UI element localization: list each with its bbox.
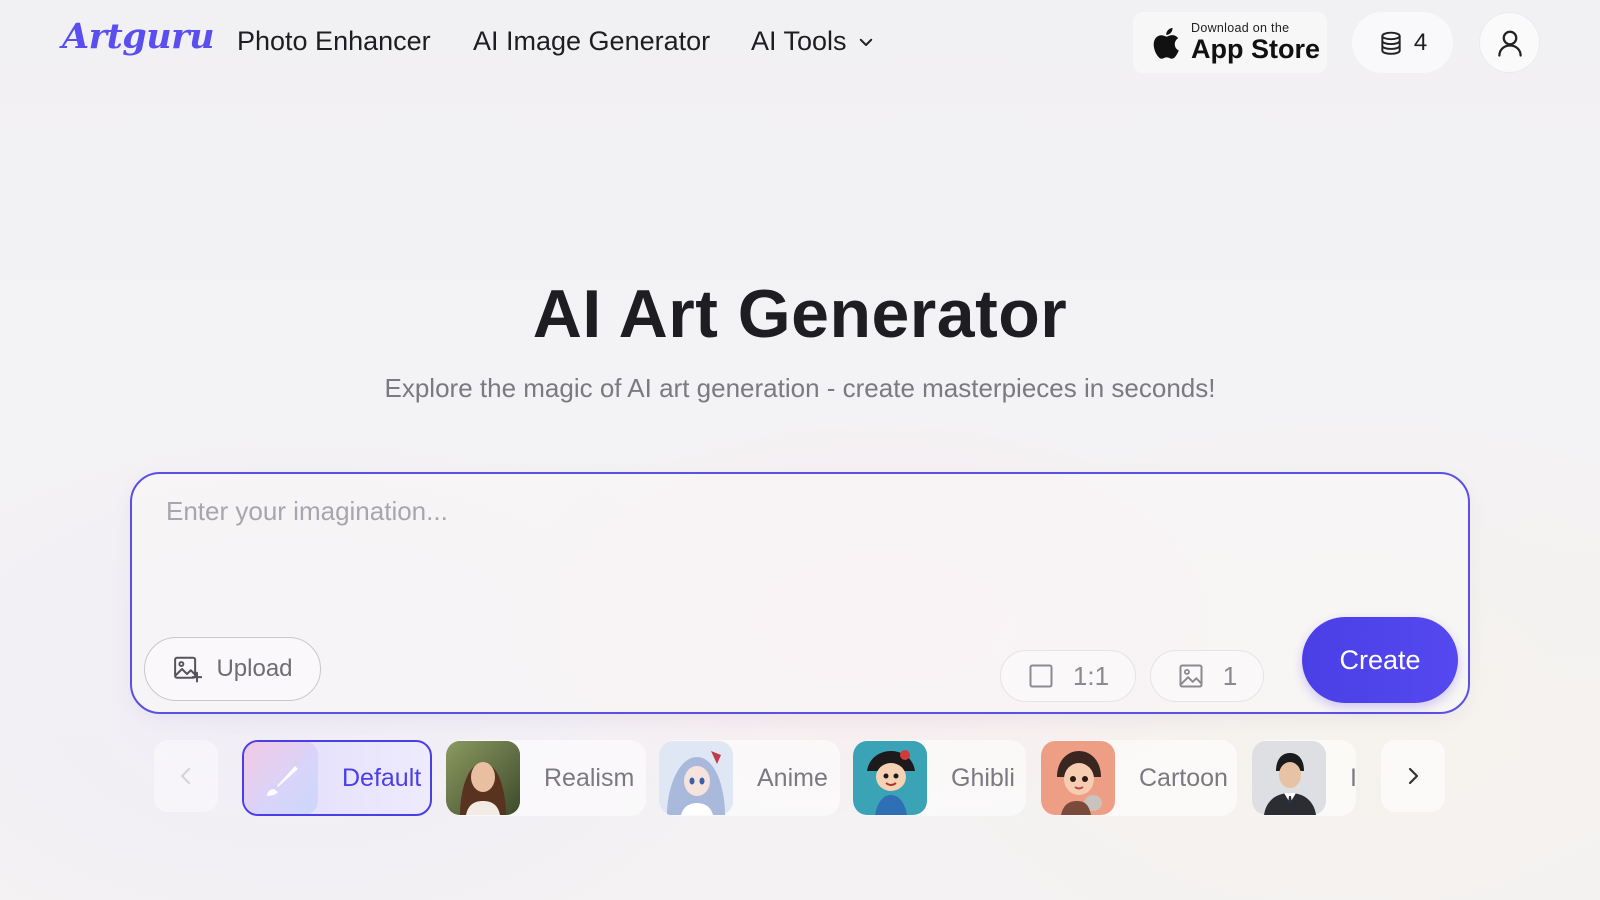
paintbrush-icon [267,766,298,796]
cartoon-style-thumbnail [1041,741,1115,815]
credits-button[interactable]: 4 [1352,12,1453,73]
nav-ai-tools-label: AI Tools [751,26,847,56]
coins-stack-icon [1381,31,1401,55]
style-chip-default[interactable]: Default [242,740,432,816]
ghibli-style-thumbnail [853,741,927,815]
realism-style-thumbnail [446,741,520,815]
image-count-selector[interactable]: 1 [1150,650,1264,702]
create-button[interactable]: Create [1302,617,1458,703]
user-icon [1497,30,1522,57]
style-chip-partial[interactable]: I [1252,740,1356,816]
apple-icon [1153,27,1179,59]
style-label-partial: I [1350,763,1356,792]
chevron-left-icon [180,767,191,785]
carousel-prev-button[interactable] [154,740,218,812]
style-label-anime: Anime [757,763,828,792]
aspect-ratio-value: 1:1 [1072,660,1110,691]
page-subtitle: Explore the magic of AI art generation -… [384,373,1216,403]
credits-count: 4 [1413,28,1428,56]
carousel-next-button[interactable] [1381,740,1445,812]
app-store-badge[interactable]: Download on the App Store [1133,12,1327,73]
prompt-input[interactable] [166,496,1436,606]
upload-label: Upload [216,655,293,682]
user-avatar-button[interactable] [1479,12,1540,73]
anime-style-thumbnail [659,741,733,815]
style-chip-realism[interactable]: Realism [446,740,646,816]
partial-style-thumbnail [1252,741,1326,815]
nav-photo-enhancer[interactable]: Photo Enhancer [237,26,431,57]
nav-ai-image-generator[interactable]: AI Image Generator [473,26,710,57]
default-style-thumbnail [244,742,318,814]
style-label-ghibli: Ghibli [951,763,1015,792]
upload-button[interactable]: Upload [144,637,321,701]
style-label-realism: Realism [544,763,635,792]
prompt-panel: Upload 1:1 1 Create [130,472,1470,714]
square-ratio-icon [1029,664,1053,688]
style-label-default: Default [342,763,422,792]
app-store-big-text: App Store [1191,34,1321,65]
image-count-value: 1 [1222,660,1238,691]
artguru-logo[interactable]: Artguru [62,16,215,57]
image-icon [1179,664,1203,688]
top-navigation: Artguru Photo Enhancer AI Image Generato… [0,0,1600,86]
aspect-ratio-selector[interactable]: 1:1 [1000,650,1136,702]
page-title: AI Art Generator [532,276,1068,352]
app-store-small-text: Download on the [1191,20,1290,35]
image-upload-icon [174,656,203,683]
nav-ai-tools-dropdown[interactable]: AI Tools [751,26,875,57]
chevron-right-icon [1408,767,1419,785]
style-label-cartoon: Cartoon [1139,763,1228,792]
style-chip-ghibli[interactable]: Ghibli [853,740,1026,816]
style-chip-anime[interactable]: Anime [659,740,840,816]
style-chip-cartoon[interactable]: Cartoon [1041,740,1237,816]
style-carousel: Default Realism Anime Ghibli Cartoon I [0,736,1600,816]
chevron-down-icon [859,38,872,46]
